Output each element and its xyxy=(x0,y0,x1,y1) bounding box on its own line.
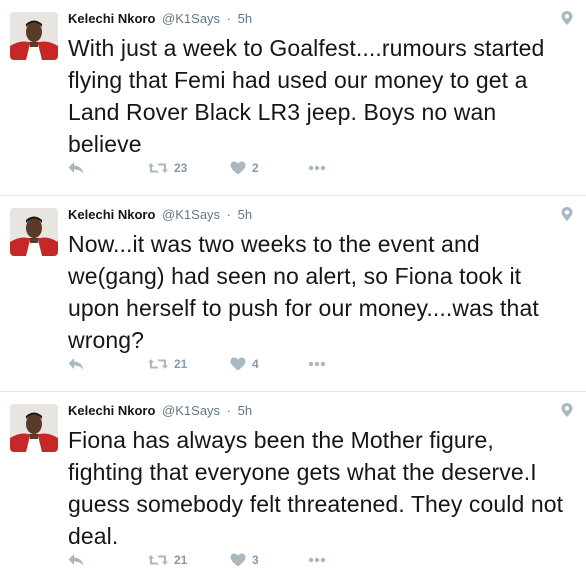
tweet-card[interactable]: Kelechi Nkoro @K1Says · 5h With just a w… xyxy=(0,0,586,196)
tweet-timestamp[interactable]: 5h xyxy=(238,207,252,222)
tweet-header: Kelechi Nkoro @K1Says · 5h xyxy=(68,402,252,420)
location-pin-icon[interactable] xyxy=(560,206,574,222)
tweet-text: Fiona has always been the Mother figure,… xyxy=(68,427,564,549)
location-pin-icon[interactable] xyxy=(560,10,574,26)
tweet-text: Now...it was two weeks to the event and … xyxy=(68,231,539,353)
like-count: 4 xyxy=(252,357,259,371)
retweet-button[interactable]: 21 xyxy=(148,354,187,374)
retweet-button[interactable]: 21 xyxy=(148,550,187,570)
retweet-button[interactable]: 23 xyxy=(148,158,187,178)
retweet-count: 21 xyxy=(174,553,188,567)
more-button[interactable] xyxy=(308,550,326,570)
reply-icon xyxy=(68,161,84,175)
author-handle[interactable]: @K1Says xyxy=(162,11,220,26)
like-count: 2 xyxy=(252,161,259,175)
heart-icon xyxy=(230,553,246,567)
author-handle[interactable]: @K1Says xyxy=(162,403,220,418)
tweet-timestamp[interactable]: 5h xyxy=(238,403,252,418)
location-pin-icon[interactable] xyxy=(560,402,574,418)
tweet-header: Kelechi Nkoro @K1Says · 5h xyxy=(68,10,252,28)
reply-button[interactable] xyxy=(68,158,84,178)
tweet-card[interactable]: Kelechi Nkoro @K1Says · 5h Now...it was … xyxy=(0,196,586,392)
more-button[interactable] xyxy=(308,354,326,374)
tweet-card[interactable]: Kelechi Nkoro @K1Says · 5h Fiona has alw… xyxy=(0,392,586,580)
avatar[interactable] xyxy=(10,208,58,256)
separator-dot: · xyxy=(226,403,232,418)
tweet-timestamp[interactable]: 5h xyxy=(238,11,252,26)
reply-icon xyxy=(68,553,84,567)
author-name[interactable]: Kelechi Nkoro xyxy=(68,11,155,26)
reply-button[interactable] xyxy=(68,550,84,570)
separator-dot: · xyxy=(226,11,232,26)
author-name[interactable]: Kelechi Nkoro xyxy=(68,207,155,222)
retweet-icon xyxy=(148,553,168,567)
like-button[interactable]: 4 xyxy=(230,354,259,374)
heart-icon xyxy=(230,161,246,175)
tweet-actions: 21 4 xyxy=(68,354,368,374)
more-button[interactable] xyxy=(308,158,326,178)
separator-dot: · xyxy=(226,207,232,222)
tweet-actions: 23 2 xyxy=(68,158,368,178)
avatar[interactable] xyxy=(10,12,58,60)
reply-icon xyxy=(68,357,84,371)
author-name[interactable]: Kelechi Nkoro xyxy=(68,403,155,418)
tweet-header: Kelechi Nkoro @K1Says · 5h xyxy=(68,206,252,224)
retweet-icon xyxy=(148,161,168,175)
more-icon xyxy=(308,557,326,563)
heart-icon xyxy=(230,357,246,371)
author-handle[interactable]: @K1Says xyxy=(162,207,220,222)
more-icon xyxy=(308,165,326,171)
like-button[interactable]: 3 xyxy=(230,550,259,570)
reply-button[interactable] xyxy=(68,354,84,374)
like-button[interactable]: 2 xyxy=(230,158,259,178)
tweet-feed: Kelechi Nkoro @K1Says · 5h With just a w… xyxy=(0,0,586,580)
retweet-count: 21 xyxy=(174,357,188,371)
avatar[interactable] xyxy=(10,404,58,452)
tweet-text: With just a week to Goalfest....rumours … xyxy=(68,35,545,157)
more-icon xyxy=(308,361,326,367)
like-count: 3 xyxy=(252,553,259,567)
tweet-actions: 21 3 xyxy=(68,550,368,570)
retweet-icon xyxy=(148,357,168,371)
retweet-count: 23 xyxy=(174,161,188,175)
